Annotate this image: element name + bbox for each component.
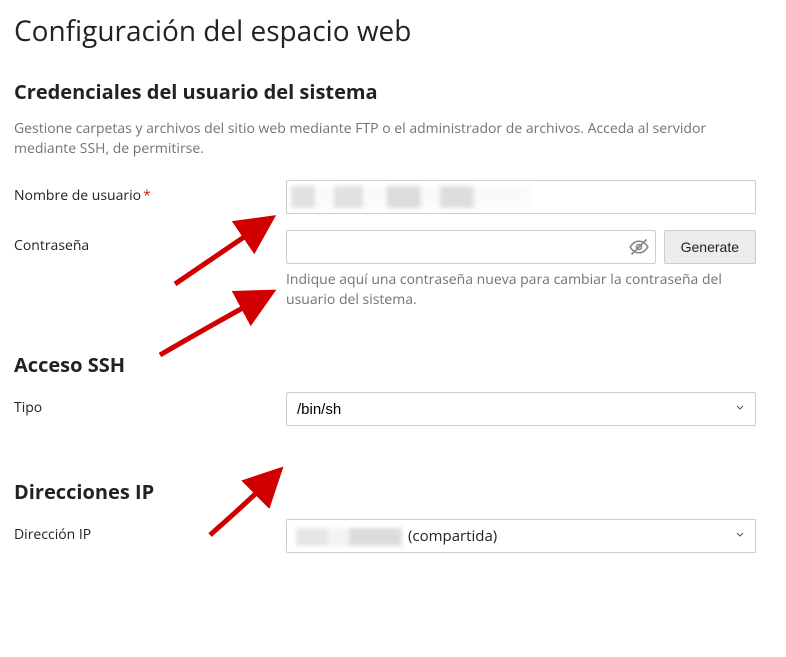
password-label: Contraseña bbox=[14, 230, 286, 255]
ip-label: Dirección IP bbox=[14, 519, 286, 544]
redacted-username bbox=[291, 186, 531, 208]
password-hint: Indique aquí una contraseña nueva para c… bbox=[286, 270, 756, 309]
username-label: Nombre de usuario* bbox=[14, 180, 286, 205]
toggle-password-visibility-icon[interactable] bbox=[628, 236, 650, 258]
required-asterisk: * bbox=[143, 186, 151, 205]
ssh-type-label: Tipo bbox=[14, 392, 286, 417]
password-input[interactable] bbox=[286, 230, 656, 264]
ssh-type-select[interactable]: /bin/sh bbox=[286, 392, 756, 426]
ip-address-select[interactable] bbox=[286, 519, 756, 553]
ip-heading: Direcciones IP bbox=[14, 478, 772, 505]
page-title: Configuración del espacio web bbox=[14, 12, 772, 50]
credentials-heading: Credenciales del usuario del sistema bbox=[14, 78, 772, 105]
credentials-description: Gestione carpetas y archivos del sitio w… bbox=[14, 119, 734, 158]
ssh-heading: Acceso SSH bbox=[14, 351, 772, 378]
generate-password-button[interactable]: Generate bbox=[664, 230, 756, 264]
